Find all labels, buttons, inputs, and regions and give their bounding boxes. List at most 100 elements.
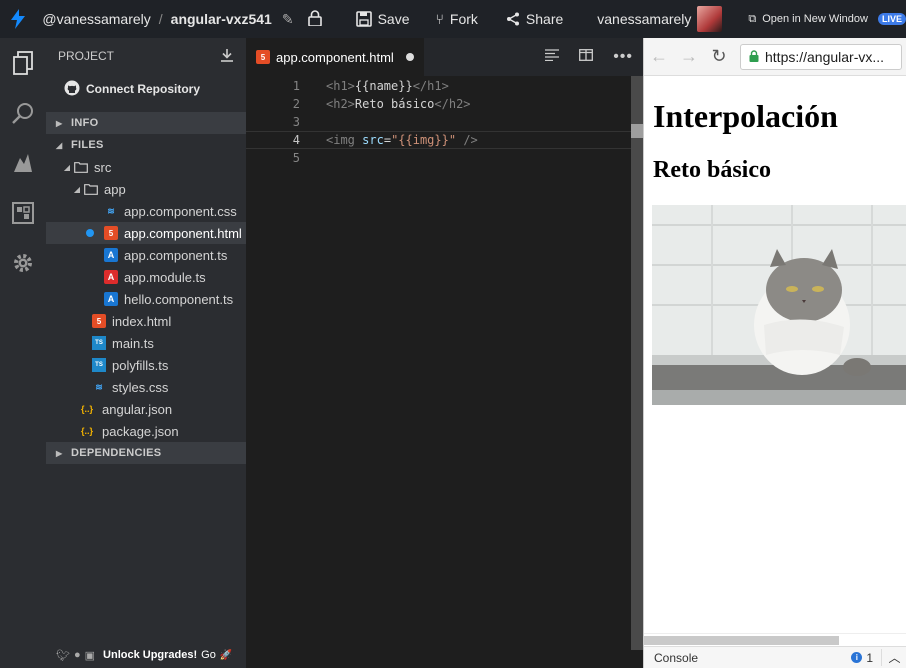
- angular-file-icon: A: [104, 292, 118, 306]
- editor-scrollbar[interactable]: [631, 76, 643, 650]
- avatar[interactable]: [697, 6, 723, 32]
- project-title: PROJECT: [58, 49, 115, 63]
- tree-label: hello.component.ts: [124, 291, 234, 307]
- settings-gear-icon[interactable]: [0, 238, 46, 288]
- tree-file-app-component-css[interactable]: ≋ app.component.css: [46, 200, 246, 222]
- chevron-down-icon: ◢: [63, 162, 71, 172]
- tree-file-main-ts[interactable]: TS main.ts: [46, 332, 246, 354]
- username[interactable]: vanessamarely: [597, 11, 691, 27]
- activity-bar: [0, 38, 46, 668]
- angular-file-icon: A: [104, 248, 118, 262]
- html-file-icon: 5: [256, 50, 270, 64]
- preview-pane: ← → ↻ https://angular-vx... Interpolació…: [643, 38, 906, 668]
- code-line[interactable]: 2 <h2>Reto básico</h2>: [246, 95, 643, 113]
- section-label: DEPENDENCIES: [71, 447, 162, 459]
- scrollbar-thumb[interactable]: [631, 124, 643, 138]
- owner-link[interactable]: @vanessamarely: [42, 11, 150, 27]
- code-line[interactable]: 3: [246, 113, 643, 131]
- open-new-window-button[interactable]: ⧉ Open in New Window LIVE: [748, 13, 906, 26]
- go-link[interactable]: Go: [201, 649, 216, 661]
- tree-file-index-html[interactable]: 5 index.html: [46, 310, 246, 332]
- section-dependencies[interactable]: ▶ DEPENDENCIES: [46, 442, 246, 464]
- files-icon[interactable]: [0, 38, 46, 88]
- section-files[interactable]: ◢ FILES: [46, 134, 246, 156]
- chevron-right-icon: ▶: [56, 118, 63, 128]
- code-line[interactable]: 1 <h1>{{name}}</h1>: [246, 77, 643, 95]
- top-bar: @vanessamarely / angular-vxz541 ✎ Save ⑂…: [0, 0, 906, 38]
- fork-button[interactable]: ⑂ Fork: [436, 11, 478, 27]
- lock-icon[interactable]: [307, 9, 322, 29]
- typescript-file-icon: TS: [92, 358, 106, 372]
- project-header: PROJECT: [46, 38, 246, 74]
- tree-file-polyfills-ts[interactable]: TS polyfills.ts: [46, 354, 246, 376]
- url-text: https://angular-vx...: [765, 48, 885, 65]
- tree-file-app-component-ts[interactable]: A app.component.ts: [46, 244, 246, 266]
- edit-pencil-icon[interactable]: ✎: [282, 11, 294, 28]
- tree-folder-src[interactable]: ◢ src: [46, 156, 246, 178]
- section-info[interactable]: ▶ INFO: [46, 112, 246, 134]
- deploy-icon[interactable]: [0, 138, 46, 188]
- project-name[interactable]: angular-vxz541: [171, 11, 272, 27]
- twitter-icon[interactable]: 🐦︎: [56, 649, 70, 662]
- reload-icon[interactable]: ↻: [704, 38, 734, 76]
- connect-repository-button[interactable]: Connect Repository: [46, 74, 246, 104]
- preview-horizontal-scrollbar[interactable]: [644, 633, 906, 646]
- format-icon[interactable]: [545, 48, 560, 66]
- tree-file-angular-json[interactable]: {..} angular.json: [46, 398, 246, 420]
- tree-label: app.module.ts: [124, 269, 206, 285]
- search-icon[interactable]: [0, 88, 46, 138]
- tree-file-package-json[interactable]: {..} package.json: [46, 420, 246, 442]
- sidebar-footer: 🐦︎ ● ▣ Unlock Upgrades! Go 🚀: [46, 642, 246, 668]
- download-icon[interactable]: [220, 48, 234, 65]
- tab-label: app.component.html: [276, 49, 394, 65]
- scrollbar-thumb[interactable]: [644, 636, 839, 645]
- tree-label: styles.css: [112, 379, 169, 395]
- share-button[interactable]: Share: [506, 11, 563, 27]
- tree-file-hello-component-ts[interactable]: A hello.component.ts: [46, 288, 246, 310]
- typescript-file-icon: TS: [92, 336, 106, 350]
- editor-tab-bar: 5 app.component.html •••: [246, 38, 643, 76]
- tree-file-app-component-html[interactable]: 5 app.component.html: [46, 222, 246, 244]
- unsaved-dot-icon[interactable]: [405, 53, 414, 61]
- stackblitz-logo-icon[interactable]: [0, 0, 36, 38]
- code-area[interactable]: 1 <h1>{{name}}</h1> 2 <h2>Reto básico</h…: [246, 76, 643, 167]
- html-file-icon: 5: [92, 314, 106, 328]
- unlock-upgrades-link[interactable]: Unlock Upgrades!: [103, 649, 197, 661]
- line-number: 4: [292, 133, 300, 147]
- section-label: FILES: [71, 139, 104, 151]
- astronaut-rocket-icon: 🚀: [219, 649, 233, 661]
- chevron-up-icon[interactable]: ︿: [881, 649, 906, 666]
- chevron-down-icon: ◢: [56, 140, 63, 150]
- save-button[interactable]: Save: [355, 11, 410, 27]
- section-label: INFO: [71, 117, 99, 129]
- split-editor-icon[interactable]: [579, 48, 594, 66]
- more-options-icon[interactable]: •••: [613, 48, 633, 66]
- tree-label: main.ts: [112, 335, 154, 351]
- chevron-down-icon: ◢: [73, 184, 81, 194]
- tab-app-component-html[interactable]: 5 app.component.html: [246, 38, 424, 76]
- code-line-current[interactable]: 4 <img src="{{img}}" />: [246, 131, 643, 149]
- back-arrow-icon[interactable]: ←: [644, 38, 674, 76]
- tree-file-styles-css[interactable]: ≋ styles.css: [46, 376, 246, 398]
- tree-label: src: [94, 159, 112, 175]
- discord-icon[interactable]: ▣: [85, 649, 95, 662]
- tree-file-app-module-ts[interactable]: A app.module.ts: [46, 266, 246, 288]
- github-small-icon[interactable]: ●: [74, 649, 81, 661]
- tree-label: angular.json: [102, 401, 173, 417]
- css-file-icon: ≋: [107, 205, 115, 216]
- code-line[interactable]: 5: [246, 149, 643, 167]
- path-separator: /: [158, 11, 163, 27]
- forward-arrow-icon[interactable]: →: [674, 38, 704, 76]
- angular-file-icon: A: [104, 270, 118, 284]
- console-panel[interactable]: Console i 1 ︿: [644, 646, 906, 668]
- url-bar[interactable]: https://angular-vx...: [740, 43, 902, 70]
- line-content: <h2>Reto básico</h2>: [326, 97, 471, 111]
- preview-subheading: Reto básico: [653, 157, 771, 183]
- fork-icon: ⑂: [435, 11, 444, 27]
- new-window-icon: ⧉: [748, 12, 757, 25]
- line-content: <h1>{{name}}</h1>: [326, 79, 449, 93]
- tree-folder-app[interactable]: ◢ app: [46, 178, 246, 200]
- live-badge: LIVE: [877, 13, 906, 25]
- css-file-icon: ≋: [95, 381, 103, 392]
- extensions-icon[interactable]: [0, 188, 46, 238]
